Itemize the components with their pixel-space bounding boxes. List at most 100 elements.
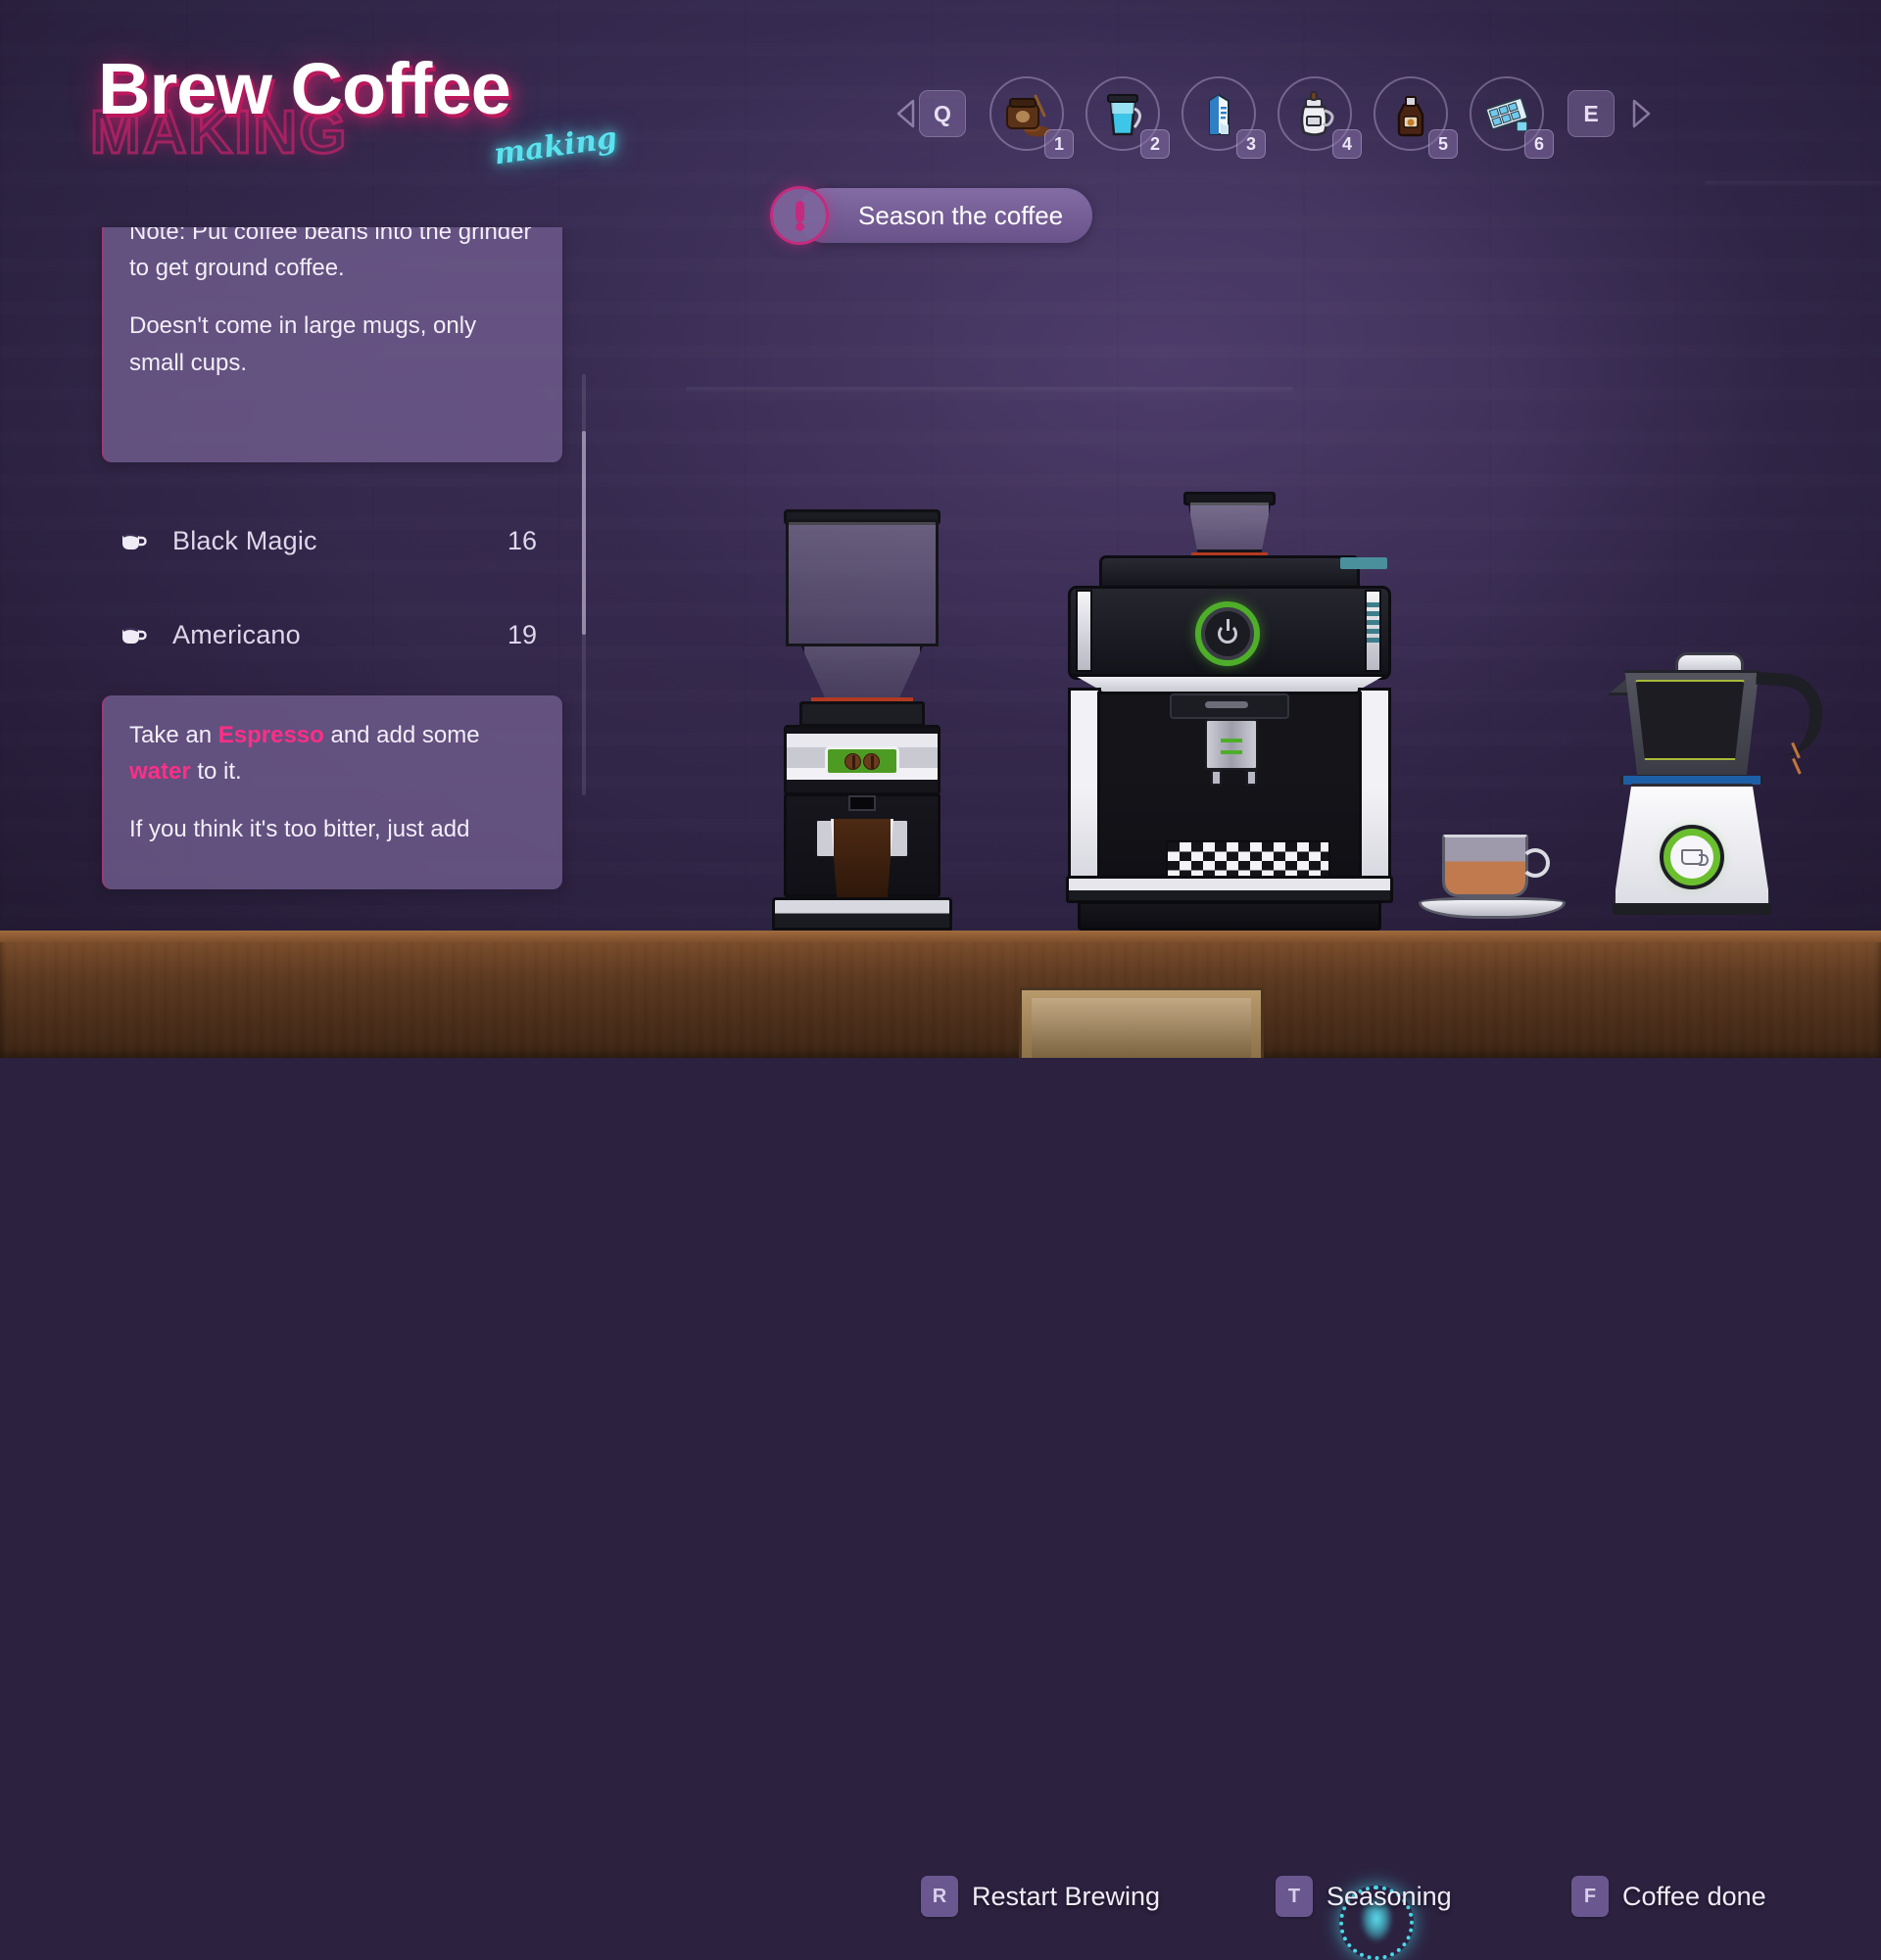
- action-label: Seasoning: [1326, 1882, 1452, 1912]
- recipe-scroll-thumb[interactable]: [582, 431, 586, 635]
- note-line: Note: Put coffee beans into the grinder …: [129, 227, 537, 286]
- note-text: Take an: [129, 722, 218, 748]
- espresso-top-housing: [1099, 555, 1360, 589]
- cup-handle: [1520, 848, 1550, 878]
- espresso-water-tab: [1340, 557, 1387, 569]
- game-scene: MAKING Brew Coffee making Q: [0, 0, 1881, 1058]
- toolbar-prev-arrow[interactable]: [893, 98, 919, 129]
- recipe-name: Black Magic: [157, 526, 484, 556]
- recipe-row-black-magic[interactable]: Black Magic 16: [112, 494, 553, 588]
- toolbar-slot-1[interactable]: 1: [989, 76, 1064, 151]
- espresso-status-leds: [1367, 602, 1379, 645]
- objective-text: Season the coffee: [797, 188, 1092, 243]
- slot-number: 3: [1236, 129, 1266, 159]
- grinder-base: [772, 897, 952, 931]
- frother-power-button[interactable]: [1664, 829, 1720, 885]
- toolbar-slot-6[interactable]: 6: [1470, 76, 1544, 151]
- action-bar: R Restart Brewing T Seasoning F Coffee d…: [0, 931, 1881, 1058]
- grinder-neck: [799, 701, 925, 727]
- note-card-bottom: Take an Espresso and add some water to i…: [102, 695, 562, 889]
- espresso-power-button[interactable]: [1195, 601, 1260, 666]
- shelf-ledge: [1705, 181, 1881, 187]
- milk-jug-icon: [1681, 849, 1703, 865]
- toolbar-key-q[interactable]: Q: [919, 90, 966, 137]
- espresso-base: [1078, 901, 1381, 931]
- slot-number: 4: [1332, 129, 1362, 159]
- espresso-spout-indicator: [1221, 750, 1242, 754]
- recipe-panel: Note: Put coffee beans into the grinder …: [102, 227, 562, 874]
- espresso-side-column: [1358, 688, 1391, 880]
- toolbar-slot-list: 1 2: [989, 76, 1544, 151]
- espresso-spout: [1205, 719, 1258, 770]
- toolbar-slot-5[interactable]: 5: [1374, 76, 1448, 151]
- coffee-grinder[interactable]: [764, 519, 960, 931]
- milk-frother[interactable]: [1607, 656, 1842, 931]
- espresso-bean-hopper: [1187, 500, 1272, 552]
- action-key-t: T: [1276, 1876, 1313, 1917]
- toolbar-slot-3[interactable]: 3: [1182, 76, 1256, 151]
- toolbar-key-e[interactable]: E: [1568, 90, 1615, 137]
- objective-banner: Season the coffee: [770, 186, 1092, 245]
- grinder-grounds-cup[interactable]: [831, 819, 893, 901]
- note-text: to it.: [191, 758, 242, 785]
- recipe-count: 16: [484, 526, 553, 556]
- note-line: Doesn't come in large mugs, only small c…: [129, 308, 537, 380]
- note-card-top: Note: Put coffee beans into the grinder …: [102, 227, 562, 462]
- coffee-bean-icon: [863, 753, 880, 770]
- saucer: [1419, 897, 1566, 919]
- keyword-espresso: Espresso: [218, 722, 324, 748]
- coffee-cup-on-saucer[interactable]: [1419, 823, 1566, 931]
- keyword-water: water: [129, 758, 191, 785]
- coffee-cup-icon: [112, 623, 157, 646]
- note-text: and add some: [324, 722, 480, 748]
- slot-number: 2: [1140, 129, 1170, 159]
- slot-number: 6: [1524, 129, 1554, 159]
- recipe-scrollbar[interactable]: [582, 374, 586, 795]
- recipe-count: 19: [484, 620, 553, 650]
- recipe-row-americano[interactable]: Americano 19: [112, 588, 553, 682]
- espresso-group-led: [1205, 701, 1248, 708]
- frother-collar: [1620, 776, 1763, 785]
- espresso-spout-indicator: [1221, 739, 1242, 742]
- action-key-r: R: [921, 1876, 958, 1917]
- grinder-bean-indicator: [825, 746, 899, 776]
- grinder-hopper-funnel: [801, 646, 923, 699]
- coffee-bean-icon: [844, 753, 861, 770]
- grinder-chute: [848, 795, 876, 811]
- cup-body: [1442, 835, 1528, 897]
- recipe-list: Black Magic 16 Americano 19: [102, 494, 562, 682]
- item-toolbar: Q 1: [893, 76, 1654, 151]
- shelf-ledge: [686, 387, 1293, 393]
- action-key-f: F: [1571, 1876, 1609, 1917]
- handle-stripe: [1791, 742, 1801, 759]
- espresso-side-column: [1068, 688, 1101, 880]
- handle-stripe: [1792, 758, 1802, 775]
- action-label: Coffee done: [1622, 1882, 1766, 1912]
- frother-footer: [1613, 903, 1771, 915]
- grinder-hopper: [786, 519, 939, 646]
- frother-window: [1632, 680, 1748, 760]
- toolbar-slot-2[interactable]: 2: [1085, 76, 1160, 151]
- toolbar-next-arrow[interactable]: [1628, 98, 1654, 129]
- power-icon: [1218, 624, 1237, 644]
- espresso-spout-tip: [1211, 770, 1222, 786]
- slot-number: 1: [1044, 129, 1074, 159]
- coffee-cup-icon: [112, 529, 157, 552]
- note-line: Take an Espresso and add some water to i…: [129, 717, 537, 789]
- note-line: If you think it's too bitter, just add: [129, 811, 537, 847]
- page-title: MAKING Brew Coffee making: [98, 47, 510, 130]
- espresso-chrome-strip: [1076, 590, 1092, 672]
- espresso-drip-tray: [1066, 876, 1393, 903]
- frother-handle: [1751, 672, 1825, 759]
- espresso-checker-panel: [1166, 840, 1330, 878]
- action-coffee-done[interactable]: F Coffee done: [1571, 1876, 1766, 1917]
- espresso-spout-tip: [1246, 770, 1257, 786]
- title-main-text: Brew Coffee: [98, 47, 510, 130]
- action-seasoning[interactable]: T Seasoning: [1276, 1876, 1452, 1917]
- action-label: Restart Brewing: [972, 1882, 1160, 1912]
- espresso-machine[interactable]: [1058, 500, 1401, 931]
- action-restart-brewing[interactable]: R Restart Brewing: [921, 1876, 1160, 1917]
- toolbar-slot-4[interactable]: 4: [1278, 76, 1352, 151]
- recipe-name: Americano: [157, 620, 484, 650]
- slot-number: 5: [1428, 129, 1458, 159]
